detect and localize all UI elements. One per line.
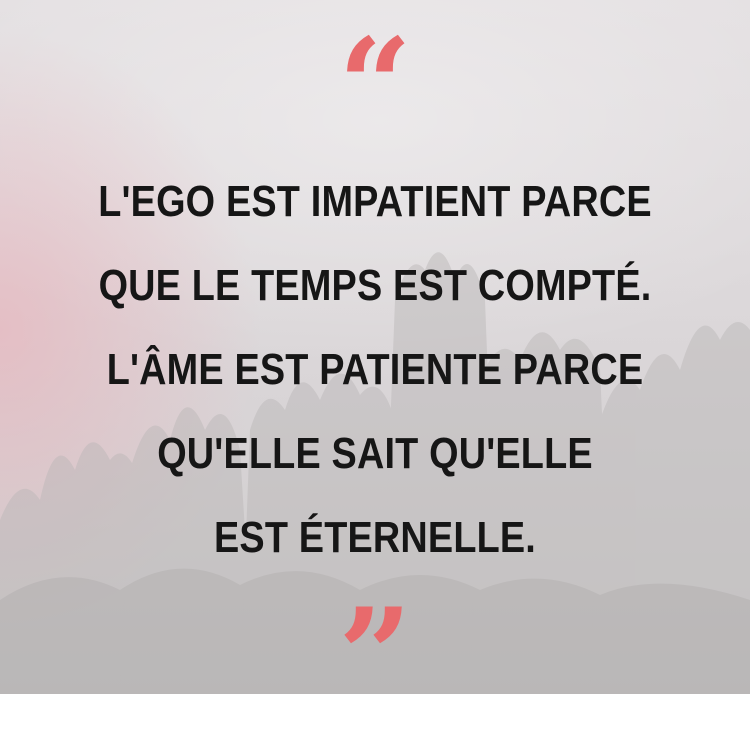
quote-line: EST ÉTERNELLE.	[214, 513, 536, 562]
open-quote-mark: “	[338, 11, 412, 161]
quote-line: L'EGO EST IMPATIENT PARCE	[98, 177, 652, 226]
quote-text: L'EGO EST IMPATIENT PARCE QUE LE TEMPS E…	[70, 160, 681, 580]
quote-line: QU'ELLE SAIT QU'ELLE	[157, 429, 593, 478]
quote-line: L'ÂME EST PATIENTE PARCE	[106, 345, 644, 394]
close-quote-mark: ”	[338, 581, 412, 731]
quote-line: QUE LE TEMPS EST COMPTÉ.	[98, 261, 652, 310]
